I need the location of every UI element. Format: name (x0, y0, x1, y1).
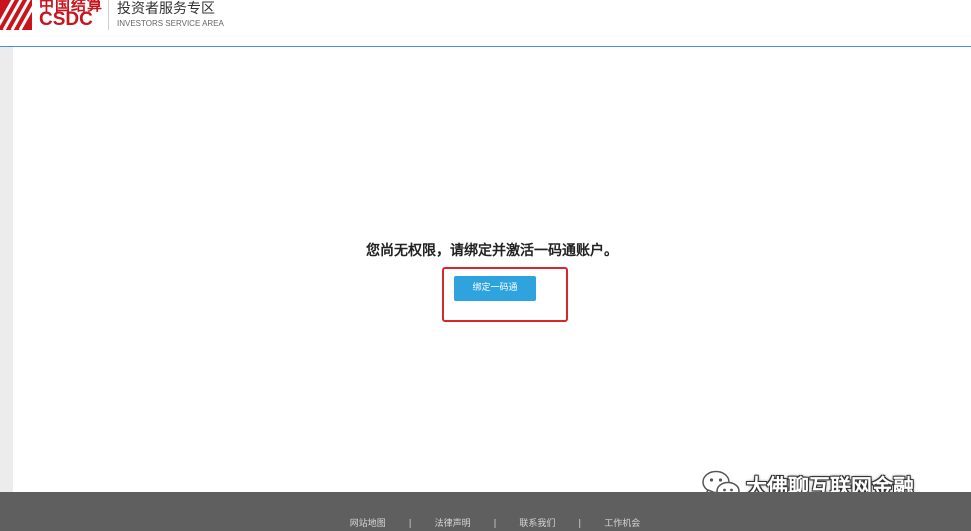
footer-separator: | (578, 519, 582, 529)
footer-link-jobs[interactable]: 工作机会 (604, 519, 640, 529)
footer-separator: | (408, 519, 412, 529)
footer-link-contact[interactable]: 联系我们 (519, 519, 555, 529)
left-sidebar-strip (0, 47, 13, 492)
footer-separator: | (493, 519, 497, 529)
csdc-logo-icon[interactable] (0, 0, 32, 30)
footer-link-sitemap[interactable]: 网站地图 (350, 519, 386, 529)
footer-links: 网站地图 | 法律声明 | 联系我们 | 工作机会 (0, 516, 971, 529)
highlight-annotation-box (442, 267, 568, 322)
area-title: 投资者服务专区 (117, 1, 215, 17)
footer-link-legal[interactable]: 法律声明 (435, 519, 471, 529)
logo-english-name: CSDC (39, 9, 93, 30)
permission-message: 您尚无权限，请绑定并激活一码通账户。 (366, 243, 618, 259)
site-footer: 网站地图 | 法律声明 | 联系我们 | 工作机会 (0, 492, 971, 531)
header-divider (108, 0, 109, 30)
site-header: 中国结算 CSDC 投资者服务专区 INVESTORS SERVICE AREA (0, 0, 971, 47)
area-subtitle: INVESTORS SERVICE AREA (117, 19, 224, 28)
